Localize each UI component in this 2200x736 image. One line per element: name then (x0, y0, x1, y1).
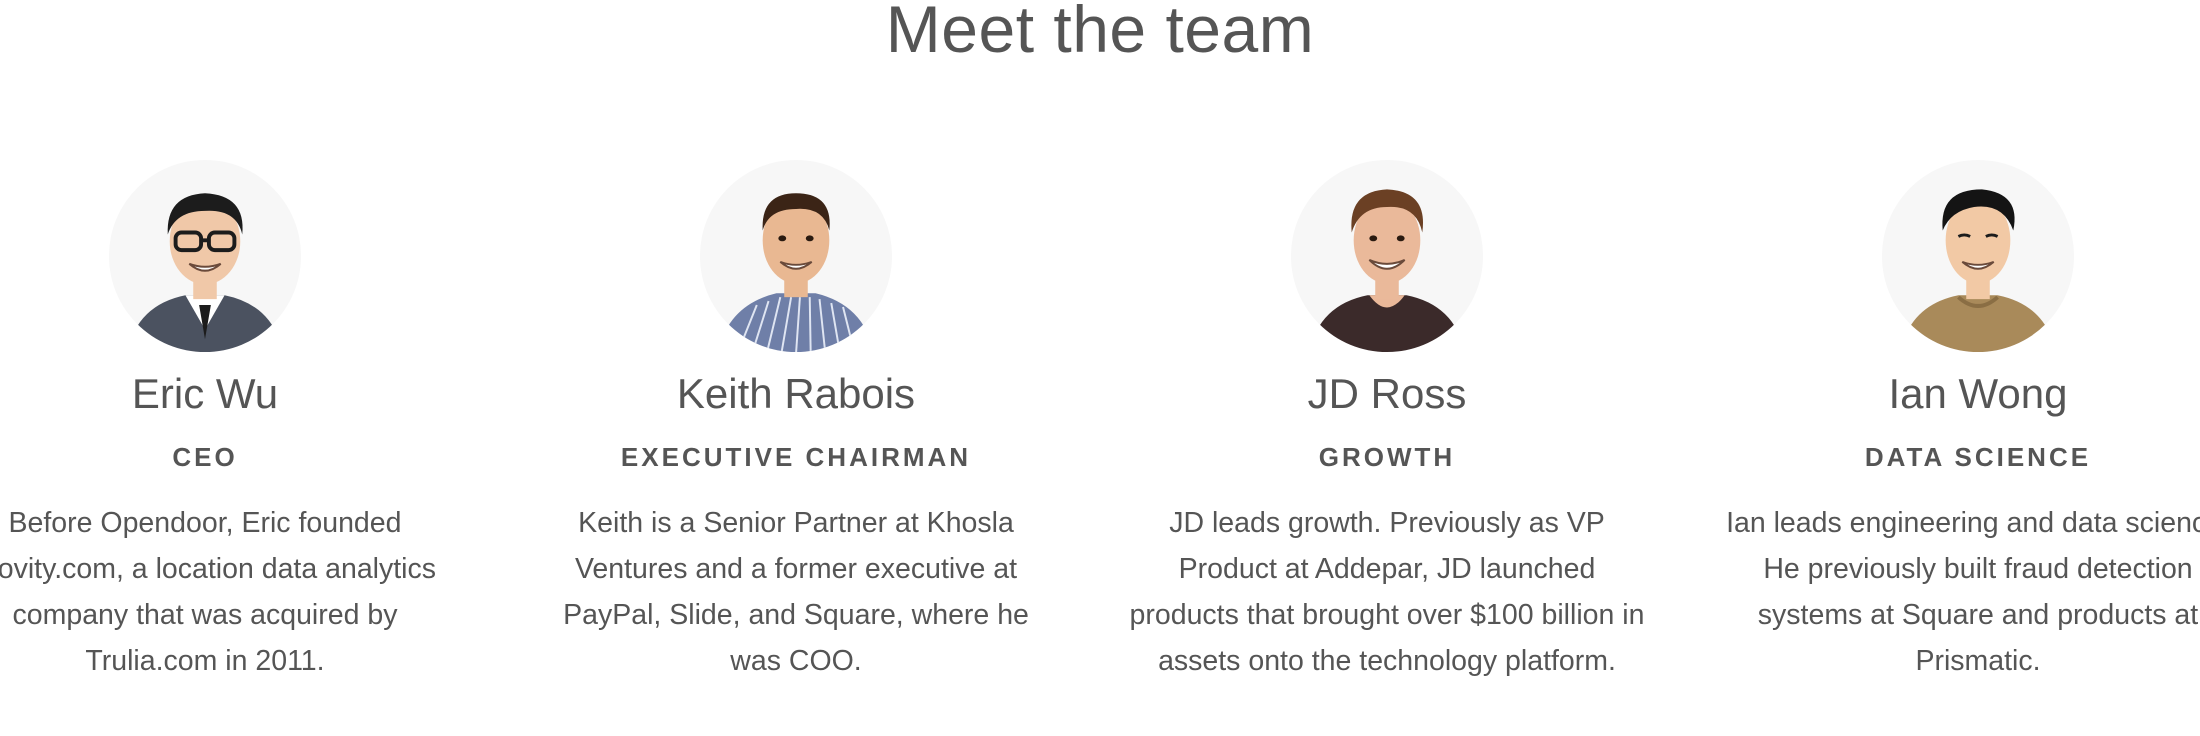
portrait-keith-rabois-icon (699, 159, 893, 353)
member-bio: JD leads growth. Previously as VP Produc… (1129, 507, 1645, 677)
team-member-card: Ian Wong DATA SCIENCE Ian leads engineer… (1718, 158, 2200, 684)
member-name: JD Ross (1307, 370, 1467, 417)
member-role: EXECUTIVE CHAIRMAN (620, 442, 972, 472)
page-title: Meet the team (885, 0, 1315, 66)
member-name: Eric Wu (131, 370, 279, 417)
member-role: DATA SCIENCE (1864, 442, 2092, 472)
portrait-ian-wong-icon (1881, 159, 2075, 353)
member-bio: Before Opendoor, Eric founded Movity.com… (0, 507, 436, 677)
member-name: Keith Rabois (676, 370, 916, 417)
portrait-jd-ross-icon (1290, 159, 1484, 353)
member-bio: Ian leads engineering and data science. … (1726, 507, 2200, 677)
portrait-eric-wu-icon (108, 159, 302, 353)
team-member-card: Eric Wu CEO Before Opendoor, Eric founde… (0, 158, 465, 684)
member-bio: Keith is a Senior Partner at Khosla Vent… (563, 507, 1029, 677)
member-role: GROWTH (1318, 442, 1456, 472)
team-member-card: Keith Rabois EXECUTIVE CHAIRMAN Keith is… (536, 158, 1056, 684)
member-role: CEO (172, 442, 238, 472)
team-member-card: JD Ross GROWTH JD leads growth. Previous… (1127, 158, 1647, 684)
member-name: Ian Wong (1888, 370, 2068, 417)
